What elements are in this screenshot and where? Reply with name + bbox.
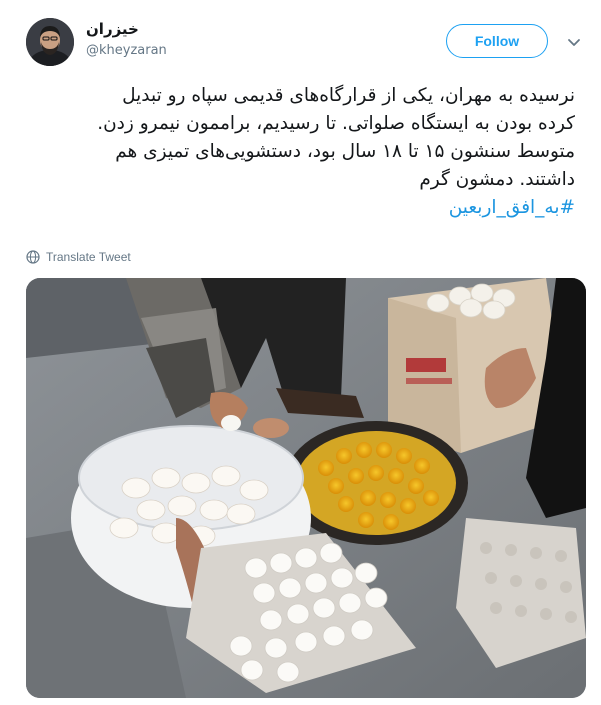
avatar-image <box>26 18 74 66</box>
eggs-photo-image <box>26 278 586 698</box>
chevron-down-icon[interactable] <box>566 34 582 50</box>
tweet-text-line: کرده بودن به ایستگاه صلواتی. تا رسیدیم، … <box>97 113 575 134</box>
translate-tweet-label: Translate Tweet <box>46 250 131 264</box>
tweet-text-line: متوسط سنشون ۱۵ تا ۱۸ سال بود، دستشویی‌ها… <box>115 141 575 162</box>
author-display-name[interactable]: خیزران <box>86 20 139 38</box>
tweet-text-line: داشتند. دمشون گرم <box>419 169 575 190</box>
follow-button[interactable]: Follow <box>446 24 548 58</box>
author-handle[interactable]: @kheyzaran <box>86 43 167 58</box>
translate-tweet-link[interactable]: Translate Tweet <box>26 250 131 264</box>
globe-icon <box>26 250 40 264</box>
tweet-text-line: نرسیده به مهران، یکی از قرارگاه‌های قدیم… <box>122 85 575 106</box>
avatar[interactable] <box>26 18 74 66</box>
hashtag-link[interactable]: #به_افق_اربعین <box>19 194 575 222</box>
tweet-photo[interactable] <box>26 278 586 698</box>
tweet-text: نرسیده به مهران، یکی از قرارگاه‌های قدیم… <box>19 82 575 222</box>
tweet-card: خیزران @kheyzaran Follow نرسیده به مهران… <box>0 0 601 705</box>
